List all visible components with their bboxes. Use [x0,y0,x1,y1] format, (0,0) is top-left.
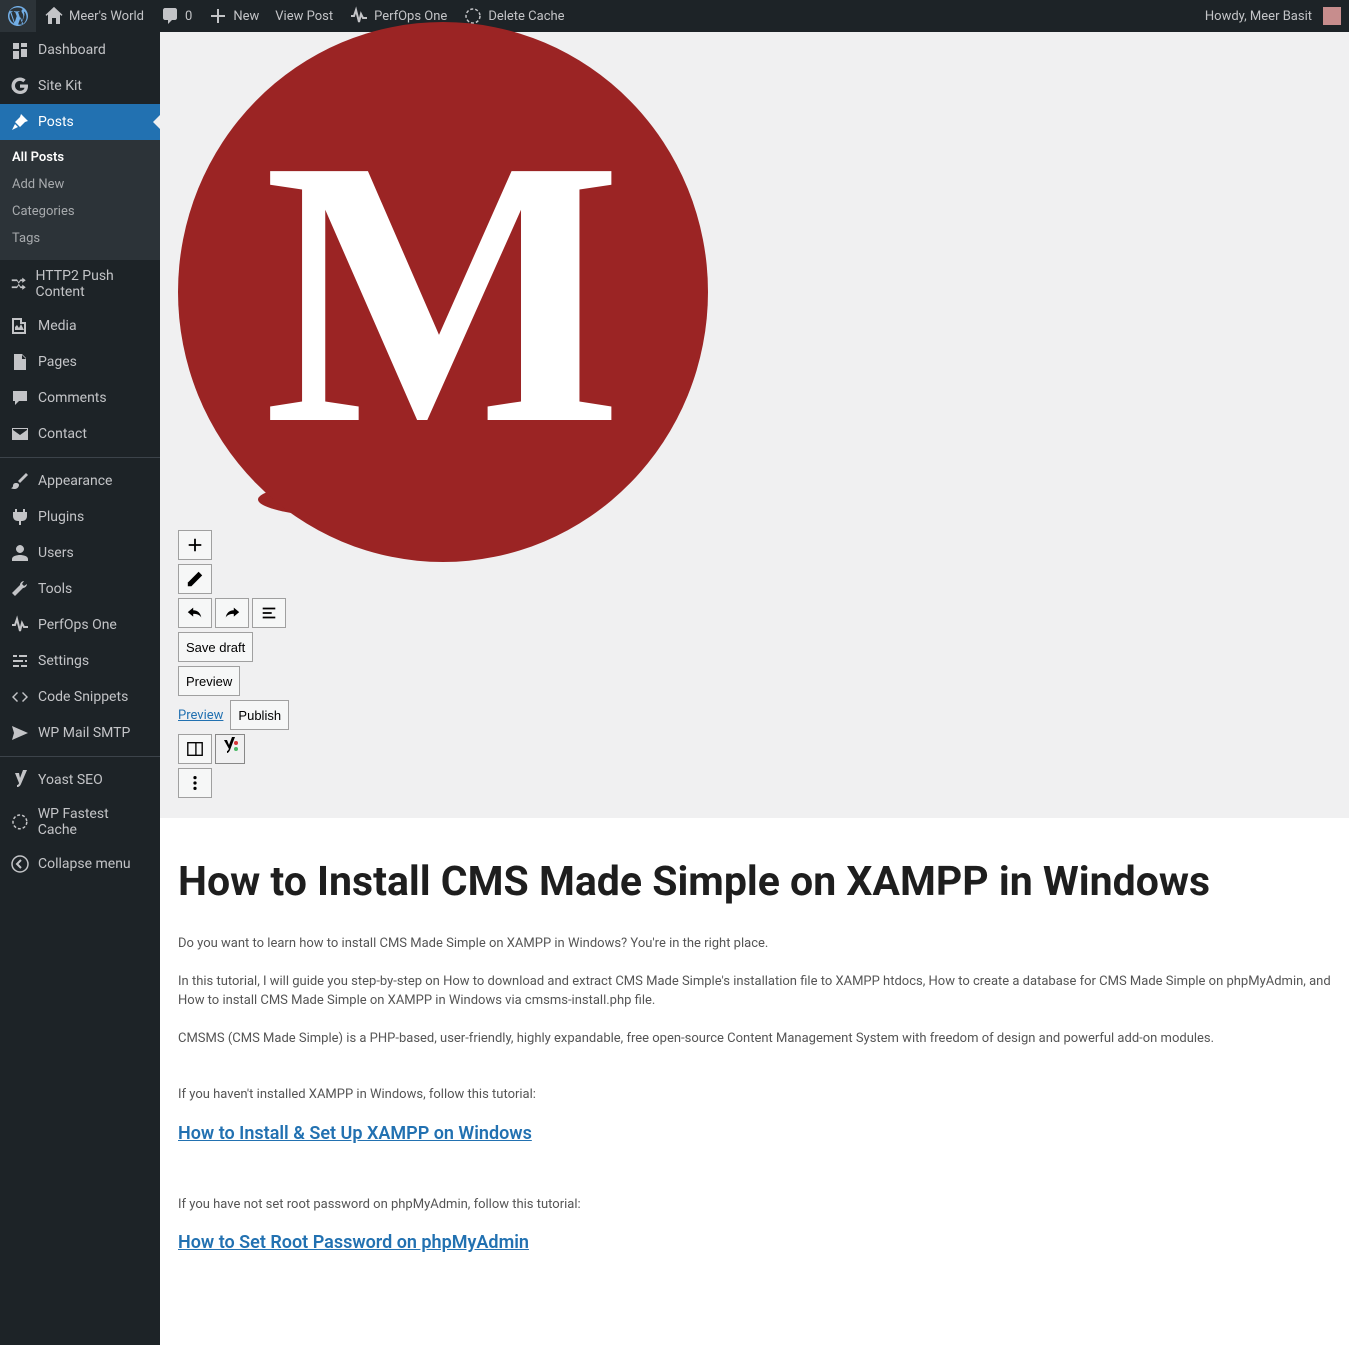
menu-sitekit[interactable]: Site Kit [0,68,160,104]
undo-icon [186,604,204,622]
wordpress-icon [8,6,28,26]
panel-icon [186,740,204,758]
paragraph[interactable]: In this tutorial, I will guide you step-… [178,972,1331,1011]
cache-icon [10,812,30,832]
sliders-icon [10,651,30,671]
menu-comments[interactable]: Comments [0,380,160,416]
collapse-icon [10,854,30,874]
add-block-button[interactable] [178,530,212,560]
outline-icon [260,604,278,622]
paragraph[interactable]: If you have not set root password on php… [178,1195,1331,1215]
block-editor-toolbar: Save draft Preview Preview Publish [160,522,1349,818]
site-name-label: Meer's World [69,9,144,24]
site-logo: M [178,22,708,562]
yoast-panel-button[interactable] [215,734,245,764]
menu-settings[interactable]: Settings [0,643,160,679]
home-icon [44,6,64,26]
menu-plugins[interactable]: Plugins [0,499,160,535]
editor-content: M Save draft Preview Preview Publish [160,32,1349,1345]
brush-icon [10,471,30,491]
edit-mode-button[interactable] [178,564,212,594]
pulse-icon [10,615,30,635]
wp-logo[interactable] [0,0,36,32]
menu-media[interactable]: Media [0,308,160,344]
menu-tools[interactable]: Tools [0,571,160,607]
menu-posts[interactable]: Posts [0,104,160,140]
media-icon [10,316,30,336]
page-icon [10,352,30,372]
comment-icon [10,388,30,408]
post-content: How to Install CMS Made Simple on XAMPP … [160,818,1349,1345]
user-icon [10,543,30,563]
paragraph[interactable]: Do you want to learn how to install CMS … [178,934,1331,954]
yoast-icon [10,770,30,790]
details-button[interactable] [252,598,286,628]
paragraph[interactable]: If you haven't installed XAMPP in Window… [178,1085,1331,1105]
mail-icon [10,424,30,444]
preview-link[interactable]: Preview [178,708,223,723]
submenu-categories[interactable]: Categories [0,198,160,225]
publish-button[interactable]: Publish [230,700,289,730]
wrench-icon [10,579,30,599]
menu-pages[interactable]: Pages [0,344,160,380]
kebab-icon [186,774,204,792]
submenu-all-posts[interactable]: All Posts [0,144,160,171]
redo-icon [223,604,241,622]
menu-perfops[interactable]: PerfOps One [0,607,160,643]
menu-fastest-cache[interactable]: WP Fastest Cache [0,798,160,846]
menu-dashboard[interactable]: Dashboard [0,32,160,68]
plus-icon [186,536,204,554]
paragraph[interactable]: CMSMS (CMS Made Simple) is a PHP-based, … [178,1029,1331,1049]
post-title[interactable]: How to Install CMS Made Simple on XAMPP … [178,858,1331,906]
menu-collapse[interactable]: Collapse menu [0,846,160,882]
menu-wp-mail[interactable]: WP Mail SMTP [0,715,160,751]
menu-appearance[interactable]: Appearance [0,463,160,499]
site-name[interactable]: Meer's World [36,0,152,32]
menu-users[interactable]: Users [0,535,160,571]
google-icon [10,76,30,96]
submenu-tags[interactable]: Tags [0,225,160,252]
posts-submenu: All Posts Add New Categories Tags [0,140,160,260]
menu-code-snippets[interactable]: Code Snippets [0,679,160,715]
pin-icon [10,112,30,132]
shuffle-icon [10,274,28,294]
preview-button[interactable]: Preview [178,666,240,696]
redo-button[interactable] [215,598,249,628]
plug-icon [10,507,30,527]
menu-http2[interactable]: HTTP2 Push Content [0,260,160,308]
save-draft-button[interactable]: Save draft [178,632,253,662]
menu-contact[interactable]: Contact [0,416,160,452]
tutorial-link-xampp[interactable]: How to Install & Set Up XAMPP on Windows [178,1123,1331,1144]
pencil-icon [186,570,204,588]
settings-panel-button[interactable] [178,734,212,764]
submenu-add-new[interactable]: Add New [0,171,160,198]
yoast-icon [220,737,240,757]
logo-letter: M [264,74,623,511]
admin-sidebar: Dashboard Site Kit Posts All Posts Add N… [0,32,160,1345]
send-icon [10,723,30,743]
undo-button[interactable] [178,598,212,628]
tutorial-link-phpmyadmin[interactable]: How to Set Root Password on phpMyAdmin [178,1232,1331,1253]
dashboard-icon [10,40,30,60]
code-icon [10,687,30,707]
more-options-button[interactable] [178,768,212,798]
menu-yoast[interactable]: Yoast SEO [0,762,160,798]
